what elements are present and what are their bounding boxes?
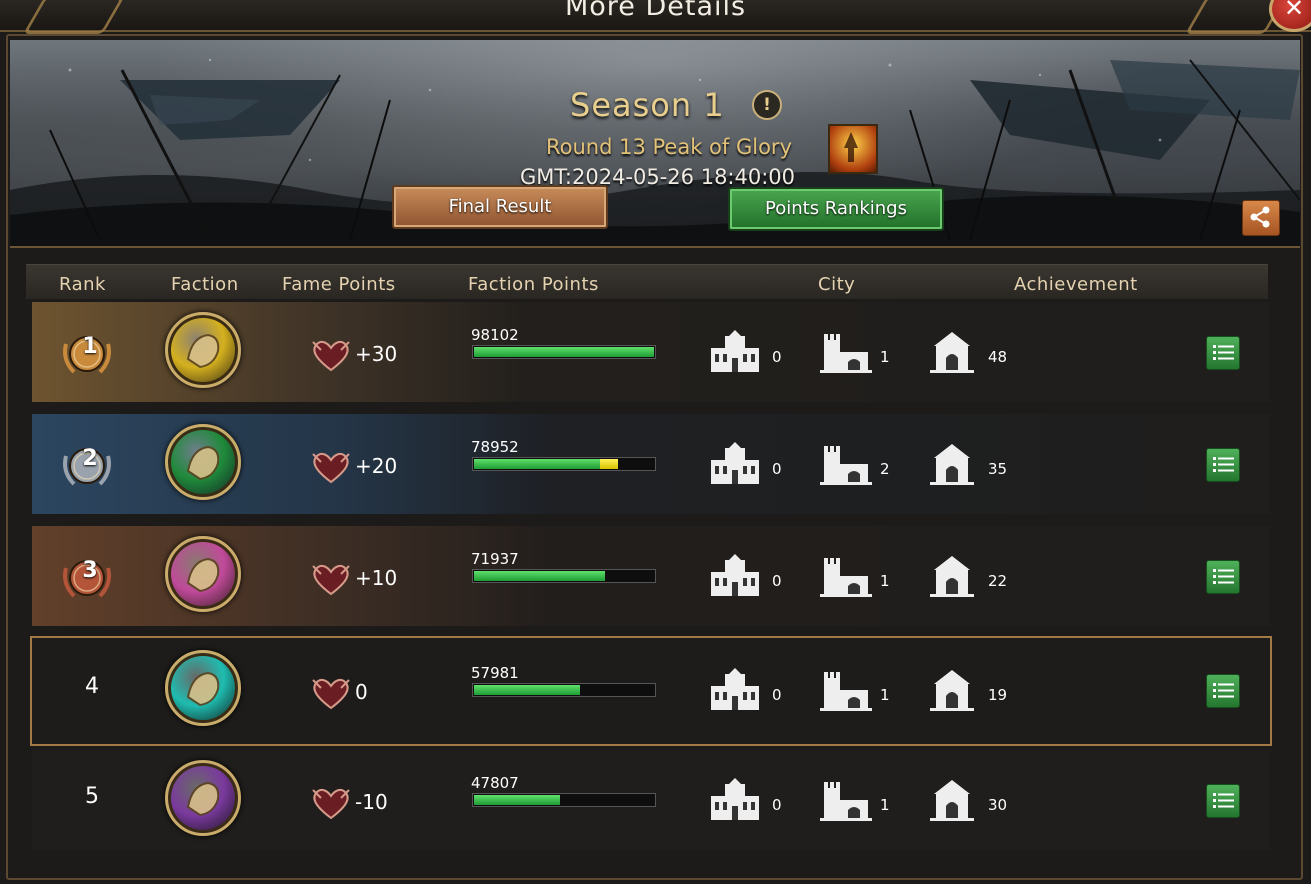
table-row: 4 0 57981 0 1 19 <box>30 636 1272 746</box>
city-palace-count: 0 <box>772 460 782 478</box>
faction-points-bar <box>472 457 656 471</box>
window-title: More Details <box>564 0 747 22</box>
table-row: 1 +30 98102 0 1 48 <box>32 302 1270 402</box>
fame-points-value: +10 <box>355 566 398 590</box>
achievement-count: 35 <box>988 460 1008 478</box>
city-palace-icon <box>711 330 759 372</box>
city-palace-icon <box>711 442 759 484</box>
list-icon <box>1213 683 1234 698</box>
info-icon[interactable]: ! <box>752 90 782 120</box>
city-fortress-count: 1 <box>880 686 890 704</box>
achievement-count: 22 <box>988 572 1008 590</box>
faction-points-fill <box>474 459 600 469</box>
table-row: 3 +10 71937 0 1 22 <box>32 526 1270 626</box>
faction-points-fill <box>474 571 605 581</box>
fame-points-value: +30 <box>355 342 398 366</box>
city-fortress-count: 1 <box>880 796 890 814</box>
faction-points-fill <box>474 795 560 805</box>
faction-points-value: 98102 <box>471 326 519 344</box>
city-palace-count: 0 <box>772 686 782 704</box>
rank-number: 3 <box>82 558 98 583</box>
share-button[interactable] <box>1242 200 1280 236</box>
faction-points-bar <box>472 683 656 697</box>
details-list-button[interactable] <box>1206 336 1240 370</box>
faction-points-fill <box>474 347 654 357</box>
city-fortress-count: 1 <box>880 572 890 590</box>
title-bar: More Details <box>0 0 1311 34</box>
col-city: City <box>818 274 856 295</box>
list-icon <box>1213 457 1234 472</box>
details-list-button[interactable] <box>1206 784 1240 818</box>
faction-points-value: 71937 <box>471 550 519 568</box>
season-title: Season 1 <box>570 86 725 124</box>
achievement-count: 48 <box>988 348 1008 366</box>
city-palace-icon <box>711 554 759 596</box>
faction-points-value: 78952 <box>471 438 519 456</box>
season-banner: Season 1 ! Round 13 Peak of Glory GMT:20… <box>10 40 1300 248</box>
details-list-button[interactable] <box>1206 674 1240 708</box>
achievement-gate-icon <box>930 332 974 373</box>
final-result-button[interactable]: Final Result <box>392 185 608 229</box>
table-header: Rank Faction Fame Points Faction Points … <box>26 264 1268 299</box>
city-palace-count: 0 <box>772 348 782 366</box>
fame-points-value: 0 <box>355 680 368 704</box>
dragon-sigil-icon[interactable] <box>165 760 241 836</box>
rank-number: 4 <box>85 674 99 699</box>
city-fortress-icon <box>820 446 872 485</box>
fame-points-icon <box>312 340 350 372</box>
city-fortress-count: 2 <box>880 460 890 478</box>
city-palace-icon <box>711 778 759 820</box>
faction-points-bar <box>472 793 656 807</box>
faction-points-value: 47807 <box>471 774 519 792</box>
city-palace-count: 0 <box>772 572 782 590</box>
col-fame-points: Fame Points <box>282 274 396 295</box>
share-icon <box>1250 206 1270 228</box>
achievement-gate-icon <box>930 556 974 597</box>
details-list-button[interactable] <box>1206 448 1240 482</box>
col-faction: Faction <box>171 274 239 295</box>
col-faction-points: Faction Points <box>468 274 599 295</box>
city-fortress-count: 1 <box>880 348 890 366</box>
faction-points-bonus-fill <box>600 459 618 469</box>
faction-points-bar <box>472 345 656 359</box>
col-rank: Rank <box>59 274 106 295</box>
table-row: 5 -10 47807 0 1 30 <box>32 750 1270 850</box>
faction-points-fill <box>474 685 580 695</box>
city-palace-icon <box>711 668 759 710</box>
achievement-count: 30 <box>988 796 1008 814</box>
fame-points-icon <box>312 452 350 484</box>
list-icon <box>1213 345 1234 360</box>
fame-points-value: +20 <box>355 454 398 478</box>
faction-points-value: 57981 <box>471 664 519 682</box>
stag-sigil-icon[interactable] <box>165 536 241 612</box>
fame-points-icon <box>312 564 350 596</box>
rank-number: 2 <box>82 446 98 471</box>
city-palace-count: 0 <box>772 796 782 814</box>
list-icon <box>1213 793 1234 808</box>
city-fortress-icon <box>820 782 872 821</box>
table-row: 2 +20 78952 0 2 35 <box>32 414 1270 514</box>
city-fortress-icon <box>820 558 872 597</box>
rank-number: 5 <box>85 784 99 809</box>
achievement-gate-icon <box>930 780 974 821</box>
fame-points-icon <box>312 678 350 710</box>
list-icon <box>1213 569 1234 584</box>
fame-points-icon <box>312 788 350 820</box>
rank-number: 1 <box>82 334 98 359</box>
details-list-button[interactable] <box>1206 560 1240 594</box>
round-title: Round 13 Peak of Glory <box>546 135 792 159</box>
col-achievement: Achievement <box>1014 274 1138 295</box>
wolf-sigil-icon[interactable] <box>165 312 241 388</box>
achievement-gate-icon <box>930 670 974 711</box>
achievement-count: 19 <box>988 686 1008 704</box>
city-fortress-icon <box>820 672 872 711</box>
points-rankings-button[interactable]: Points Rankings <box>728 187 944 231</box>
faction-points-bar <box>472 569 656 583</box>
round-badge-icon <box>828 124 878 174</box>
achievement-gate-icon <box>930 444 974 485</box>
fame-points-value: -10 <box>355 790 388 814</box>
rose-sigil-icon[interactable] <box>165 424 241 500</box>
kraken-sigil-icon[interactable] <box>165 650 241 726</box>
city-fortress-icon <box>820 334 872 373</box>
